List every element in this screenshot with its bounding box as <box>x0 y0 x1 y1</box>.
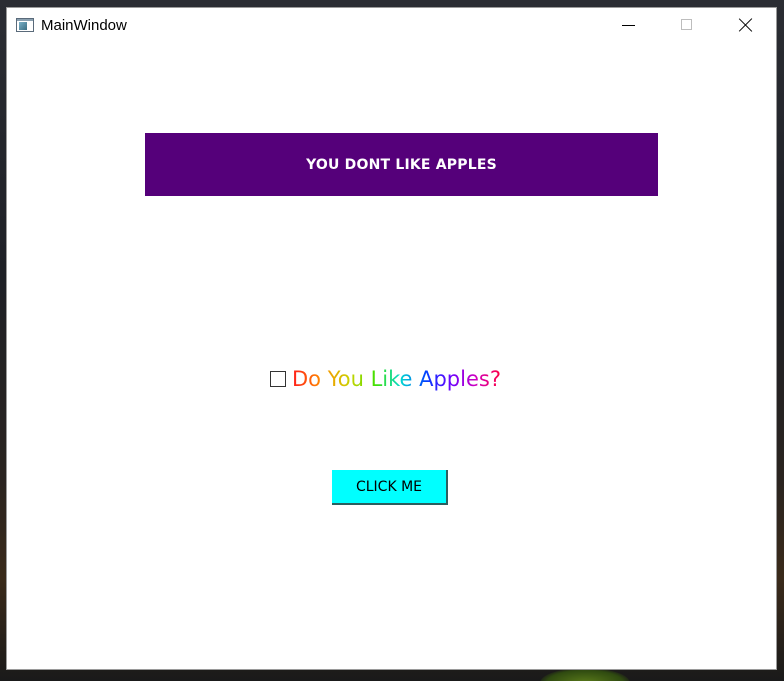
result-text: YOU DONT LIKE APPLES <box>306 156 497 173</box>
apples-checkbox[interactable] <box>270 371 286 387</box>
result-banner: YOU DONT LIKE APPLES <box>145 133 658 196</box>
window-title: MainWindow <box>41 17 127 34</box>
maximize-button[interactable] <box>658 8 716 44</box>
maximize-icon <box>681 19 692 30</box>
minimize-button[interactable] <box>600 8 658 44</box>
app-window-icon <box>16 18 34 32</box>
close-button[interactable] <box>716 8 774 44</box>
close-icon <box>738 17 754 33</box>
minimize-icon <box>622 25 635 26</box>
title-bar[interactable]: MainWindow <box>7 8 776 44</box>
click-me-button[interactable]: CLICK ME <box>332 470 448 505</box>
desktop-background-detail <box>540 668 630 681</box>
apples-checkbox-row[interactable]: Do You Like Apples? <box>270 364 501 394</box>
apples-checkbox-label[interactable]: Do You Like Apples? <box>292 367 501 391</box>
main-window: MainWindow YOU DONT LIKE APPLES Do You L… <box>7 8 776 669</box>
